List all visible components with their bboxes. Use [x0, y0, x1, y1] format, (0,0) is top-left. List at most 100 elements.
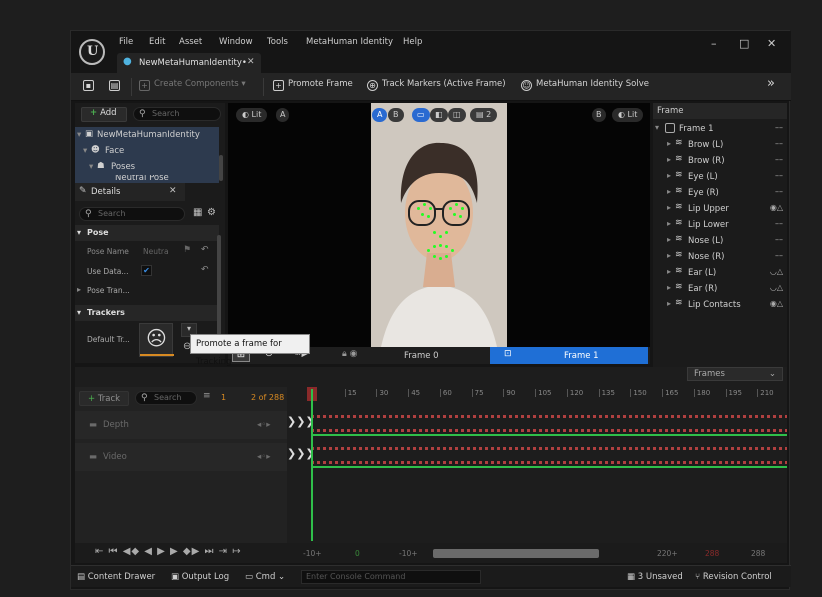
reset-icon[interactable]: ↶	[201, 265, 209, 275]
console-input[interactable]: Enter Console Command	[301, 570, 481, 584]
section-trackers[interactable]: ▾ Trackers	[75, 305, 219, 321]
playback-controls-icon[interactable]: ⇤ ⏮ ◀◆ ◀ ▶ ▶ ◆▶ ⏭ ⇥ ↦	[95, 546, 242, 557]
details-tab[interactable]: ✎ Details ✕	[75, 183, 185, 201]
range-mid[interactable]: -10+	[399, 549, 418, 558]
tree-item-identity[interactable]: ▾ ▣ NewMetaHumanIdentity	[75, 127, 219, 143]
marker-curve-row[interactable]: ▸ ≋ Eye (R) ––	[653, 185, 787, 201]
frame-0-tab[interactable]: Frame 0	[404, 351, 439, 361]
frame-lock-icon[interactable]: 🔒︎ ◉	[342, 349, 358, 359]
timeline-ruler[interactable]: 15 30 45 60 75 90 105 120 135 150 165 180 195 210	[311, 389, 787, 403]
visibility-toggle[interactable]: ––	[775, 219, 783, 228]
visibility-toggle[interactable]: ◉△	[770, 299, 783, 308]
document-tab[interactable]: ● NewMetaHumanIdentity• ✕	[117, 53, 261, 73]
track-markers-button[interactable]: ⊕ Track Markers (Active Frame)	[367, 79, 506, 91]
menu-tools[interactable]: Tools	[267, 37, 288, 47]
close-details-icon[interactable]: ✕	[169, 186, 177, 196]
frame-root-row[interactable]: ▾ Frame 1 ––	[653, 121, 787, 137]
outliner-scrollbar[interactable]	[219, 155, 223, 181]
keyframe-nav-icon[interactable]: ◂◦▸	[257, 452, 271, 462]
promote-frame-button[interactable]: + Promote Frame	[273, 79, 353, 91]
marker-curve-row[interactable]: ▸ ≋ Brow (R) ––	[653, 153, 787, 169]
wipe-view-icon[interactable]: ◧	[430, 108, 448, 122]
visibility-toggle[interactable]: ––	[775, 187, 783, 196]
marker-curve-row[interactable]: ▸ ≋ Ear (R) ◡△	[653, 281, 787, 297]
visibility-toggle[interactable]: ––	[775, 123, 783, 132]
marker-curve-row[interactable]: ▸ ≋ Lip Lower ––	[653, 217, 787, 233]
track-row-depth[interactable]: ▬ Depth ◂◦▸	[75, 411, 287, 439]
visibility-toggle[interactable]: ◡△	[770, 283, 783, 292]
menu-help[interactable]: Help	[403, 37, 422, 47]
use-data-checkbox[interactable]: ✔	[141, 265, 152, 276]
menu-edit[interactable]: Edit	[149, 37, 165, 47]
lit-mode-right-button[interactable]: ◐ Lit	[612, 108, 644, 122]
marker-curve-row[interactable]: ▸ ≋ Lip Upper ◉△	[653, 201, 787, 217]
unsaved-button[interactable]: ▦ 3 Unsaved	[627, 572, 683, 582]
marker-curve-row[interactable]: ▸ ≋ Brow (L) ––	[653, 137, 787, 153]
output-log-button[interactable]: ▣ Output Log	[171, 572, 229, 582]
cmd-dropdown[interactable]: ▭ Cmd ⌄	[245, 572, 285, 582]
visibility-toggle[interactable]: ––	[775, 155, 783, 164]
add-button[interactable]: + Add	[81, 107, 127, 122]
marker-curve-row[interactable]: ▸ ≋ Nose (L) ––	[653, 233, 787, 249]
filter-icon[interactable]: ≡	[203, 391, 211, 401]
marker-curve-row[interactable]: ▸ ≋ Eye (L) ––	[653, 169, 787, 185]
identity-solve-button[interactable]: ☺ MetaHuman Identity Solve	[521, 79, 649, 91]
view-b-right-button[interactable]: B	[592, 108, 606, 122]
visibility-toggle[interactable]: ––	[775, 251, 783, 260]
tree-item-neutral-pose[interactable]: Neutral Pose	[75, 175, 219, 183]
outliner-search-input[interactable]: ⚲ Search	[133, 107, 221, 121]
viewport[interactable]: ◐ Lit A A B ▭ ◧ ◫ ▤ 2 B ◐ Lit	[228, 103, 650, 347]
track-search-input[interactable]: ⚲ Search	[135, 391, 197, 405]
range-zero[interactable]: 0	[355, 549, 360, 558]
range-start[interactable]: -10+	[303, 549, 322, 558]
lit-mode-left-button[interactable]: ◐ Lit	[236, 108, 268, 122]
visibility-toggle[interactable]: ––	[775, 235, 783, 244]
visibility-toggle[interactable]: ––	[775, 139, 783, 148]
marker-curve-row[interactable]: ▸ ≋ Ear (L) ◡△	[653, 265, 787, 281]
close-tab-icon[interactable]: ✕	[247, 57, 255, 67]
details-scrollbar[interactable]	[217, 235, 221, 335]
visibility-toggle[interactable]: ◉△	[770, 203, 783, 212]
menu-file[interactable]: File	[119, 37, 133, 47]
dual-view-icon[interactable]: ◫	[448, 108, 466, 122]
tree-item-face[interactable]: ▾ ☻ Face	[75, 143, 219, 159]
reset-icon[interactable]: ↶	[201, 245, 209, 255]
overflow-icon[interactable]: »	[767, 76, 775, 91]
minimize-icon[interactable]: –	[711, 37, 717, 50]
settings-gear-icon[interactable]: ⚙	[207, 207, 216, 218]
range-end-a[interactable]: 220+	[657, 549, 678, 558]
flag-icon[interactable]: ⚑	[183, 245, 191, 255]
visibility-toggle[interactable]: ◡△	[770, 267, 783, 276]
marker-curve-row[interactable]: ▸ ≋ Nose (R) ––	[653, 249, 787, 265]
save-icon[interactable]: ▪	[83, 79, 98, 91]
frames-dropdown[interactable]: Frames ⌄	[687, 367, 783, 381]
single-view-icon[interactable]: ▭	[412, 108, 430, 122]
revision-control-button[interactable]: ⑂ Revision Control	[695, 572, 772, 582]
table-view-icon[interactable]: ▦	[193, 207, 202, 218]
tracker-asset-thumbnail[interactable]: ☹	[139, 323, 174, 357]
timeline-scrollbar[interactable]	[433, 549, 599, 558]
create-components-button[interactable]: + Create Components ▾	[139, 79, 246, 91]
section-pose[interactable]: ▾ Pose	[75, 225, 219, 241]
menu-metahuman-identity[interactable]: MetaHuman Identity	[306, 37, 393, 47]
range-end-b[interactable]: 288	[705, 549, 719, 558]
menu-asset[interactable]: Asset	[179, 37, 202, 47]
add-track-button[interactable]: + Track	[79, 391, 129, 406]
details-search-input[interactable]: ⚲ Search	[79, 207, 185, 221]
track-row-video[interactable]: ▬ Video ◂◦▸	[75, 443, 287, 471]
range-end-c[interactable]: 288	[751, 549, 765, 558]
frame-1-tab[interactable]: ⊡ Frame 1	[490, 347, 648, 364]
view-a-left-button[interactable]: A	[276, 108, 290, 122]
frame-checkbox[interactable]	[665, 123, 675, 133]
visibility-toggle[interactable]: ––	[775, 171, 783, 180]
browse-icon[interactable]: ▤	[109, 79, 124, 91]
close-window-icon[interactable]: ✕	[767, 37, 776, 50]
menu-window[interactable]: Window	[219, 37, 253, 47]
expand-arrow-icon[interactable]: ▸	[77, 285, 81, 294]
content-drawer-button[interactable]: ▤ Content Drawer	[77, 572, 155, 582]
pose-name-field[interactable]: Neutra	[143, 247, 169, 256]
maximize-icon[interactable]: □	[739, 37, 749, 50]
view-b-button[interactable]: B	[388, 108, 404, 122]
marker-curve-row[interactable]: ▸ ≋ Lip Contacts ◉△	[653, 297, 787, 313]
layers-button[interactable]: ▤ 2	[470, 108, 498, 122]
